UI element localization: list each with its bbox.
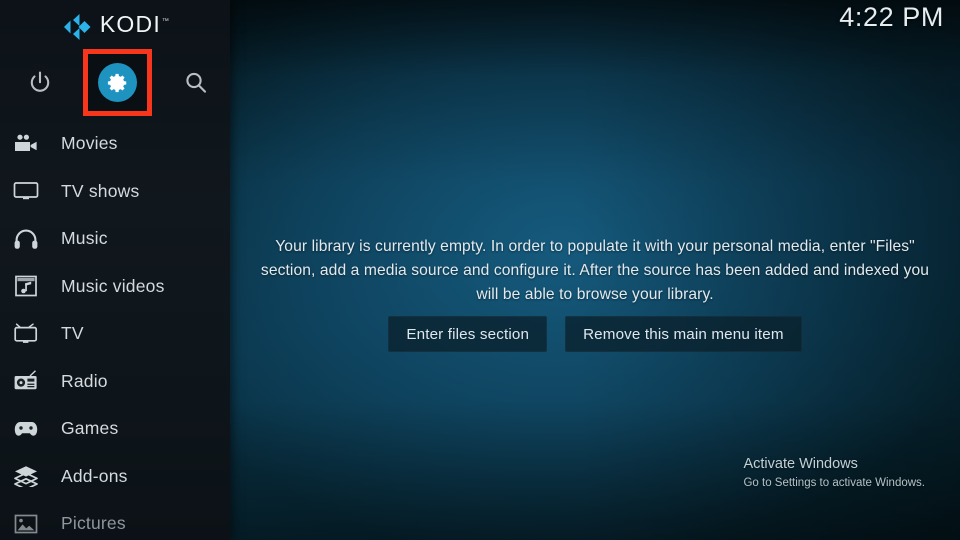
- sidebar-item-movies[interactable]: Movies: [0, 120, 230, 168]
- kodi-logo-text: KODI™: [100, 11, 169, 44]
- sidebar-menu: Movies TV shows Music Music videos TV Ra…: [0, 120, 230, 540]
- power-icon: [30, 71, 49, 92]
- empty-library-message: Your library is currently empty. In orde…: [260, 238, 930, 303]
- radio-icon: [10, 367, 42, 395]
- gamepad-icon: [10, 415, 42, 443]
- kodi-logo: KODI™: [0, 10, 230, 44]
- power-button[interactable]: [6, 49, 73, 116]
- windows-activation-watermark: Activate Windows Go to Settings to activ…: [743, 455, 925, 491]
- picture-icon: [10, 510, 42, 538]
- sidebar-item-music-videos[interactable]: Music videos: [0, 263, 230, 311]
- sidebar-item-label: Music videos: [61, 275, 165, 296]
- main-content-area: 4:22 PM Your library is currently empty.…: [230, 0, 960, 540]
- sidebar-item-add-ons[interactable]: Add-ons: [0, 453, 230, 501]
- sidebar-item-label: Music: [61, 228, 108, 249]
- sidebar-item-music[interactable]: Music: [0, 215, 230, 263]
- music-film-icon: [10, 272, 42, 300]
- sidebar-item-label: TV: [61, 323, 84, 344]
- watermark-title: Activate Windows: [743, 456, 858, 472]
- headphones-icon: [10, 225, 42, 253]
- remove-main-menu-item-button[interactable]: Remove this main menu item: [565, 316, 802, 352]
- watermark-subtitle: Go to Settings to activate Windows.: [743, 477, 925, 489]
- enter-files-section-button[interactable]: Enter files section: [388, 316, 548, 352]
- settings-button[interactable]: [98, 63, 137, 102]
- addon-box-icon: [10, 462, 42, 490]
- television-icon: [10, 320, 42, 348]
- sidebar-item-radio[interactable]: Radio: [0, 358, 230, 406]
- sidebar-item-label: Radio: [61, 370, 108, 391]
- sidebar-item-label: TV shows: [61, 180, 140, 201]
- trademark-symbol: ™: [161, 17, 171, 25]
- sidebar-item-pictures[interactable]: Pictures: [0, 500, 230, 540]
- sidebar-item-label: Movies: [61, 133, 118, 154]
- sidebar-item-label: Add-ons: [61, 465, 128, 486]
- search-icon: [185, 72, 206, 93]
- search-button[interactable]: [162, 49, 229, 116]
- monitor-icon: [10, 177, 42, 205]
- kodi-window: 4:22 PM Your library is currently empty.…: [0, 0, 960, 540]
- sidebar-item-tv-shows[interactable]: TV shows: [0, 168, 230, 216]
- sidebar-item-tv[interactable]: TV: [0, 310, 230, 358]
- kodi-wordmark: KODI: [99, 10, 161, 37]
- clock: 4:22 PM: [839, 2, 944, 32]
- movie-camera-icon: [10, 130, 42, 158]
- sidebar-item-label: Games: [61, 418, 119, 439]
- empty-library-actions: Enter files section Remove this main men…: [230, 316, 960, 352]
- kodi-logo-mark-icon: [63, 14, 91, 40]
- sidebar-item-games[interactable]: Games: [0, 405, 230, 453]
- sidebar: KODI™ Movies TV shows Music Music videos…: [0, 0, 230, 540]
- sidebar-item-label: Pictures: [61, 513, 126, 534]
- settings-gear-icon: [107, 73, 126, 92]
